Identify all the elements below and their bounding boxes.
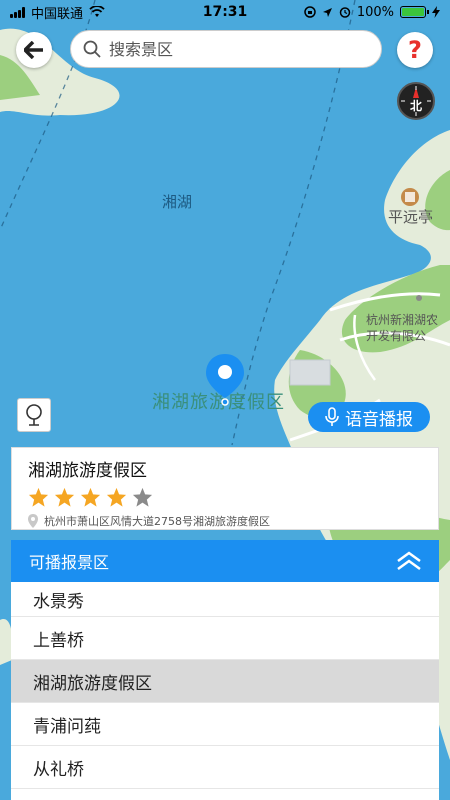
battery-percent: 100%	[356, 4, 394, 20]
microphone-icon	[325, 407, 339, 426]
star-empty-icon	[132, 487, 153, 507]
scenic-list-item[interactable]: 水景秀	[11, 582, 439, 617]
location-pin-icon[interactable]	[205, 352, 245, 407]
company-line-1: 杭州新湘湖农	[366, 313, 439, 327]
status-time: 17:31	[202, 4, 248, 20]
status-left: 中国联通	[10, 3, 105, 22]
alarm-icon	[339, 7, 351, 18]
map-label-company[interactable]: 杭州新湘湖农 开发有限公	[366, 312, 438, 344]
compass-button[interactable]: 北	[397, 82, 435, 120]
rating-stars	[28, 487, 422, 507]
back-arrow-icon	[24, 41, 43, 59]
orientation-lock-icon	[304, 6, 316, 18]
compass-north-label: 北	[409, 98, 422, 113]
signal-icon	[10, 6, 25, 18]
location-marker-icon	[28, 514, 38, 528]
scenic-list-title: 可播报景区	[29, 553, 110, 572]
tree-icon	[26, 404, 42, 426]
place-address-row: 杭州市萧山区风情大道2758号湘湖旅游度假区	[28, 513, 422, 529]
place-address: 杭州市萧山区风情大道2758号湘湖旅游度假区	[44, 515, 270, 528]
star-filled-icon	[28, 487, 49, 507]
voice-broadcast-button[interactable]: 语音播报	[308, 402, 430, 432]
status-bar: 中国联通 17:31 100%	[0, 0, 450, 24]
search-icon	[83, 40, 101, 58]
wifi-icon	[89, 6, 105, 17]
search-input[interactable]	[109, 39, 359, 59]
map-style-button[interactable]	[17, 398, 51, 432]
star-filled-icon	[106, 487, 127, 507]
charging-icon	[432, 6, 440, 18]
scenic-list-item-selected[interactable]: 湘湖旅游度假区	[11, 660, 439, 703]
place-title: 湘湖旅游度假区	[28, 461, 147, 481]
map-label-lake: 湘湖	[162, 193, 193, 211]
search-bar[interactable]	[70, 30, 382, 68]
star-filled-icon	[54, 487, 75, 507]
place-info-card[interactable]: 湘湖旅游度假区 杭州市萧山区风情大道2758号湘湖旅游度假区	[11, 447, 439, 530]
help-button[interactable]: ?	[397, 32, 433, 68]
scenic-list-item[interactable]: 青浦问莼	[11, 703, 439, 746]
status-right: 100%	[304, 5, 440, 20]
scenic-list: 水景秀 上善桥 湘湖旅游度假区 青浦问莼 从礼桥	[11, 582, 439, 789]
scenic-list-panel: 可播报景区 水景秀 上善桥 湘湖旅游度假区 青浦问莼 从礼桥	[11, 540, 439, 800]
carrier-name: 中国联通	[31, 6, 84, 22]
scenic-list-item[interactable]: 从礼桥	[11, 746, 439, 789]
chevron-up-icon[interactable]	[395, 551, 423, 571]
star-filled-icon	[80, 487, 101, 507]
map-label-pavilion[interactable]: 平远亭	[388, 206, 433, 227]
company-line-2: 开发有限公	[366, 329, 427, 343]
location-arrow-icon	[322, 7, 332, 17]
voice-broadcast-label: 语音播报	[345, 409, 413, 430]
battery-icon	[400, 6, 429, 18]
scenic-list-item[interactable]: 上善桥	[11, 617, 439, 660]
scenic-list-header[interactable]: 可播报景区	[11, 540, 439, 582]
back-button[interactable]	[16, 32, 52, 68]
